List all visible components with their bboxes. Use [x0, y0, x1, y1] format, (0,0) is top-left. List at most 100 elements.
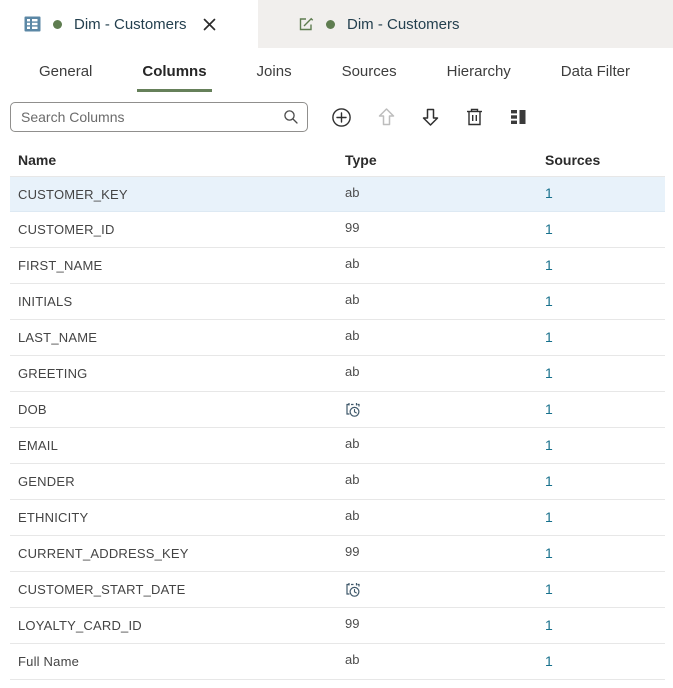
columns-toolbar — [0, 92, 673, 134]
column-type-cell: 99 — [345, 220, 545, 236]
tab-columns[interactable]: Columns — [137, 63, 212, 92]
plus-circle-icon — [331, 107, 352, 128]
type-text-icon: ab — [345, 364, 360, 379]
search-columns-box — [10, 102, 308, 132]
table-row[interactable]: CUSTOMER_START_DATE 1 — [10, 572, 665, 608]
sources-link[interactable]: 1 — [545, 401, 553, 417]
sources-link[interactable]: 1 — [545, 329, 553, 345]
column-name: INITIALS — [18, 294, 73, 309]
column-type-cell — [345, 581, 545, 598]
sources-cell: 1 — [545, 653, 665, 671]
sources-link[interactable]: 1 — [545, 581, 553, 597]
column-name: GENDER — [18, 474, 75, 489]
column-name: DOB — [18, 402, 47, 417]
sources-link[interactable]: 1 — [545, 653, 553, 669]
column-name: LAST_NAME — [18, 330, 98, 345]
type-text-icon: ab — [345, 184, 360, 200]
column-name: EMAIL — [18, 438, 59, 453]
sources-cell: 1 — [545, 257, 665, 275]
type-number-icon: 99 — [345, 220, 360, 235]
delete-column-button[interactable] — [463, 105, 486, 129]
table-row[interactable]: EMAIL ab 1 — [10, 428, 665, 464]
arrow-up-icon — [377, 107, 396, 127]
sources-link[interactable]: 1 — [545, 293, 553, 309]
column-name: ETHNICITY — [18, 510, 89, 525]
tab-general[interactable]: General — [34, 63, 97, 92]
table-row[interactable]: GENDER ab 1 — [10, 464, 665, 500]
table-row[interactable]: LOYALTY_CARD_ID 99 1 — [10, 608, 665, 644]
header-type: Type — [345, 152, 377, 168]
type-text-icon: ab — [345, 256, 360, 271]
column-type-cell: ab — [345, 652, 545, 668]
search-icon — [283, 109, 299, 125]
sources-link[interactable]: 1 — [545, 365, 553, 381]
toggle-detail-panel-button[interactable] — [507, 106, 530, 128]
column-type-cell: ab — [345, 292, 545, 308]
type-text-icon: ab — [345, 508, 360, 523]
table-row[interactable]: GREETING ab 1 — [10, 356, 665, 392]
sources-cell: 1 — [545, 365, 665, 383]
table-body: CUSTOMER_KEY ab 1 CUSTOMER_ID 99 1 FIRST… — [10, 176, 665, 680]
saved-status-dot — [326, 19, 335, 29]
tab-sources[interactable]: Sources — [337, 63, 402, 92]
column-name: CURRENT_ADDRESS_KEY — [18, 546, 189, 561]
sources-cell: 1 — [545, 509, 665, 527]
move-down-button[interactable] — [419, 105, 442, 129]
window-tab-dim-customers-active[interactable]: Dim - Customers — [0, 0, 258, 48]
column-type-cell: 99 — [345, 545, 545, 560]
sources-link[interactable]: 1 — [545, 437, 553, 453]
column-type-cell: ab — [345, 256, 545, 272]
type-text-icon: ab — [345, 472, 360, 487]
sources-link[interactable]: 1 — [545, 473, 553, 489]
arrow-down-icon — [421, 107, 440, 127]
tab-joins[interactable]: Joins — [252, 63, 297, 92]
table-row[interactable]: CURRENT_ADDRESS_KEY 99 1 — [10, 536, 665, 572]
tab-hierarchy[interactable]: Hierarchy — [442, 63, 516, 92]
table-icon — [24, 16, 41, 32]
sources-link[interactable]: 1 — [545, 545, 553, 561]
saved-status-dot — [53, 19, 62, 29]
header-sources: Sources — [545, 152, 601, 168]
window-tab-title: Dim - Customers — [347, 15, 460, 33]
table-row[interactable]: CUSTOMER_KEY ab 1 — [10, 176, 665, 212]
sources-link[interactable]: 1 — [545, 509, 553, 525]
sources-cell: 1 — [545, 581, 665, 599]
type-number-icon: 99 — [345, 616, 360, 631]
table-row[interactable]: INITIALS ab 1 — [10, 284, 665, 320]
type-text-icon: ab — [345, 436, 360, 451]
sources-link[interactable]: 1 — [545, 185, 553, 201]
type-text-icon: ab — [345, 292, 360, 307]
window-tab-strip: Dim - Customers Dim - Customers — [0, 0, 673, 48]
column-type-cell: 99 — [345, 616, 545, 632]
column-type-cell — [345, 401, 545, 418]
type-datetime-icon — [346, 583, 360, 597]
sources-cell: 1 — [545, 401, 665, 419]
close-tab-button[interactable] — [201, 16, 218, 33]
column-type-cell: ab — [345, 329, 545, 344]
sources-cell: 1 — [545, 617, 665, 635]
table-row[interactable]: LAST_NAME ab 1 — [10, 320, 665, 356]
add-column-button[interactable] — [329, 105, 354, 130]
column-name: FIRST_NAME — [18, 258, 103, 273]
table-row[interactable]: Full Name ab 1 — [10, 644, 665, 680]
table-row[interactable]: DOB 1 — [10, 392, 665, 428]
column-name: CUSTOMER_START_DATE — [18, 582, 186, 597]
sources-link[interactable]: 1 — [545, 221, 553, 237]
sources-link[interactable]: 1 — [545, 257, 553, 273]
header-name: Name — [18, 152, 57, 168]
table-row[interactable]: ETHNICITY ab 1 — [10, 500, 665, 536]
sources-cell: 1 — [545, 473, 665, 491]
tab-data-filter[interactable]: Data Filter — [556, 63, 635, 92]
window-tab-dim-customers-inactive[interactable]: Dim - Customers — [258, 0, 673, 48]
column-name: CUSTOMER_ID — [18, 222, 115, 237]
table-row[interactable]: CUSTOMER_ID 99 1 — [10, 212, 665, 248]
move-up-button[interactable] — [375, 105, 398, 129]
sources-link[interactable]: 1 — [545, 617, 553, 633]
type-text-icon: ab — [345, 652, 360, 667]
column-name: GREETING — [18, 366, 88, 381]
column-name: Full Name — [18, 654, 80, 669]
column-type-cell: ab — [345, 184, 545, 201]
table-row[interactable]: FIRST_NAME ab 1 — [10, 248, 665, 284]
search-columns-input[interactable] — [10, 102, 308, 132]
sources-cell: 1 — [545, 293, 665, 311]
